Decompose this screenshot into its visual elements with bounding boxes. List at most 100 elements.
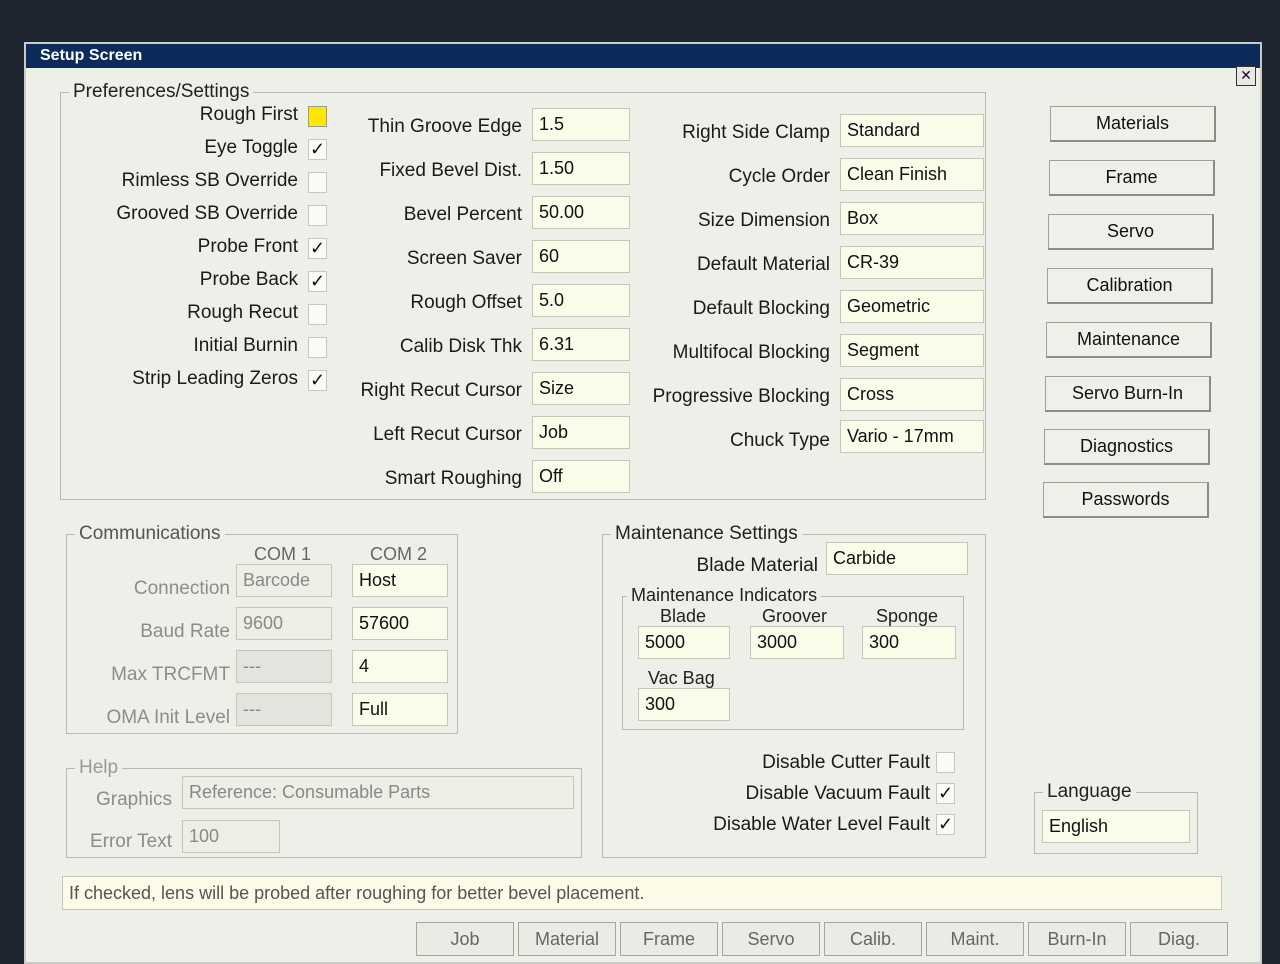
- com2-header: COM 2: [370, 544, 428, 564]
- fault-label: Disable Cutter Fault: [762, 752, 930, 773]
- status-help-text: If checked, lens will be probed after ro…: [62, 876, 1222, 910]
- com1-baud-rate-field[interactable]: 9600: [236, 607, 332, 640]
- pref-checkbox-label: Eye Toggle: [204, 137, 298, 158]
- baud-rate-label: Baud Rate: [140, 621, 230, 642]
- tab-calib[interactable]: Calib.: [824, 922, 922, 956]
- passwords-button[interactable]: Passwords: [1043, 482, 1209, 518]
- pref-checkbox-label: Strip Leading Zeros: [132, 368, 298, 389]
- calib-disk-thk-label: Calib Disk Thk: [399, 336, 522, 357]
- language-select[interactable]: English: [1042, 810, 1190, 843]
- tab-servo[interactable]: Servo: [722, 922, 820, 956]
- maintenance-button[interactable]: Maintenance: [1046, 322, 1212, 358]
- smart-roughing-field[interactable]: Off: [532, 460, 630, 493]
- tab-frame[interactable]: Frame: [620, 922, 718, 956]
- title-bar: Setup Screen: [26, 44, 1260, 68]
- error-text-field: 100: [182, 820, 280, 853]
- blade-indicator-field[interactable]: 5000: [638, 626, 730, 659]
- com1-connection-field[interactable]: Barcode: [236, 564, 332, 597]
- bevel-percent-label: Bevel Percent: [403, 204, 522, 225]
- calib-disk-thk-field[interactable]: 6.31: [532, 328, 630, 361]
- left-recut-cursor-label: Left Recut Cursor: [373, 424, 522, 445]
- rough-offset-label: Rough Offset: [410, 292, 522, 313]
- help-title: Help: [75, 757, 123, 779]
- diagnostics-button[interactable]: Diagnostics: [1044, 429, 1210, 465]
- com1-max-trcfmt-field: ---: [236, 650, 332, 683]
- bevel-percent-field[interactable]: 50.00: [532, 196, 630, 229]
- com2-max-trcfmt-field[interactable]: 4: [352, 650, 448, 683]
- thin-groove-edge-field[interactable]: 1.5: [532, 108, 630, 141]
- rough-recut-checkbox[interactable]: [308, 304, 327, 325]
- progressive-blocking-label: Progressive Blocking: [652, 386, 830, 407]
- connection-label: Connection: [133, 578, 230, 599]
- grooved-sb-override-checkbox[interactable]: [308, 205, 327, 226]
- multifocal-blocking-field[interactable]: Segment: [840, 334, 984, 367]
- rough-first-checkbox[interactable]: [308, 106, 327, 127]
- sponge-indicator-label: Sponge: [876, 606, 939, 626]
- calibration-button[interactable]: Calibration: [1047, 268, 1213, 304]
- sponge-indicator-field[interactable]: 300: [862, 626, 956, 659]
- cycle-order-label: Cycle Order: [728, 166, 830, 187]
- screen-saver-field[interactable]: 60: [532, 240, 630, 273]
- maintenance-indicators-title: Maintenance Indicators: [627, 585, 822, 606]
- communications-title: Communications: [75, 523, 225, 545]
- size-dimension-label: Size Dimension: [698, 210, 830, 231]
- chuck-type-label: Chuck Type: [730, 430, 830, 451]
- window-title: Setup Screen: [40, 47, 143, 64]
- right-side-clamp-label: Right Side Clamp: [682, 122, 830, 143]
- blade-indicator-label: Blade: [660, 606, 707, 626]
- disable-cutter-fault-checkbox[interactable]: [936, 752, 955, 773]
- tab-maint[interactable]: Maint.: [926, 922, 1024, 956]
- eye-toggle-checkbox[interactable]: ✓: [308, 139, 327, 160]
- tab-burn-in[interactable]: Burn-In: [1028, 922, 1126, 956]
- default-blocking-field[interactable]: Geometric: [840, 290, 984, 323]
- blade-material-field[interactable]: Carbide: [826, 542, 968, 575]
- pref-checkbox-label: Initial Burnin: [193, 335, 298, 356]
- com1-header: COM 1: [254, 544, 312, 564]
- groover-indicator-field[interactable]: 3000: [750, 626, 844, 659]
- right-side-clamp-field[interactable]: Standard: [840, 114, 984, 147]
- servo-burn-in-button[interactable]: Servo Burn-In: [1045, 376, 1211, 412]
- pref-checkbox-label: Grooved SB Override: [116, 203, 298, 224]
- cycle-order-field[interactable]: Clean Finish: [840, 158, 984, 191]
- fixed-bevel-dist-field[interactable]: 1.50: [532, 152, 630, 185]
- pref-checkbox-label: Rimless SB Override: [121, 170, 298, 191]
- tab-job[interactable]: Job: [416, 922, 514, 956]
- probe-back-checkbox[interactable]: ✓: [308, 271, 327, 292]
- size-dimension-field[interactable]: Box: [840, 202, 984, 235]
- groover-indicator-label: Groover: [762, 606, 828, 626]
- com2-oma-init-level-field[interactable]: Full: [352, 693, 448, 726]
- pref-checkbox-label: Rough First: [199, 104, 298, 125]
- max-trcfmt-label: Max TRCFMT: [111, 664, 230, 685]
- default-blocking-label: Default Blocking: [692, 298, 830, 319]
- disable-vacuum-fault-checkbox[interactable]: ✓: [936, 783, 955, 804]
- chuck-type-field[interactable]: Vario - 17mm: [840, 420, 984, 453]
- com2-connection-field[interactable]: Host: [352, 564, 448, 597]
- vac-bag-indicator-field[interactable]: 300: [638, 688, 730, 721]
- rimless-sb-override-checkbox[interactable]: [308, 172, 327, 193]
- screen-saver-label: Screen Saver: [406, 248, 522, 269]
- left-recut-cursor-field[interactable]: Job: [532, 416, 630, 449]
- pref-checkbox-label: Rough Recut: [187, 302, 298, 323]
- maintenance-settings-title: Maintenance Settings: [611, 523, 802, 545]
- close-icon: ✕: [1240, 67, 1252, 83]
- close-button[interactable]: ✕: [1236, 66, 1256, 86]
- oma-init-level-label: OMA Init Level: [106, 707, 230, 728]
- initial-burnin-checkbox[interactable]: [308, 337, 327, 358]
- thin-groove-edge-label: Thin Groove Edge: [367, 116, 522, 137]
- default-material-field[interactable]: CR-39: [840, 246, 984, 279]
- com2-baud-rate-field[interactable]: 57600: [352, 607, 448, 640]
- vac-bag-indicator-label: Vac Bag: [648, 668, 715, 688]
- servo-button[interactable]: Servo: [1048, 214, 1214, 250]
- rough-offset-field[interactable]: 5.0: [532, 284, 630, 317]
- frame-button[interactable]: Frame: [1049, 160, 1215, 196]
- right-recut-cursor-label: Right Recut Cursor: [360, 380, 522, 401]
- disable-water-level-fault-checkbox[interactable]: ✓: [936, 814, 955, 835]
- tab-diag[interactable]: Diag.: [1130, 922, 1228, 956]
- tab-material[interactable]: Material: [518, 922, 616, 956]
- probe-front-checkbox[interactable]: ✓: [308, 238, 327, 259]
- materials-button[interactable]: Materials: [1050, 106, 1216, 142]
- strip-leading-zeros-checkbox[interactable]: ✓: [308, 370, 327, 391]
- right-recut-cursor-field[interactable]: Size: [532, 372, 630, 405]
- pref-checkbox-label: Probe Back: [199, 269, 298, 290]
- progressive-blocking-field[interactable]: Cross: [840, 378, 984, 411]
